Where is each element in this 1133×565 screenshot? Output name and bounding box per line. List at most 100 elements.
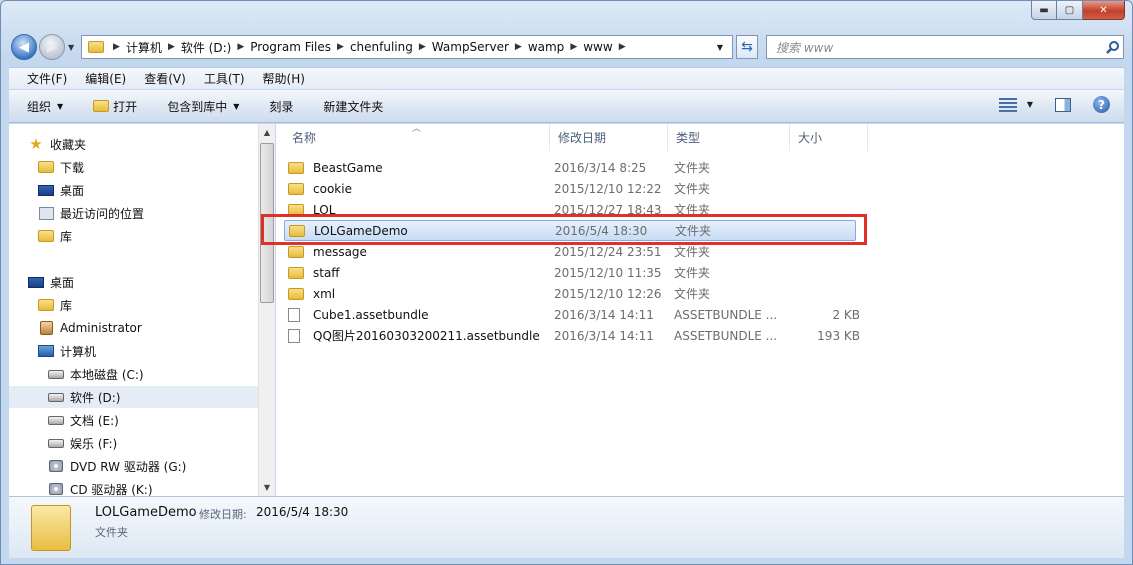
file-row[interactable]: BeastGame 2016/3/14 8:25 文件夹: [284, 157, 856, 178]
file-row-selected[interactable]: LOLGameDemo 2016/5/4 18:30 文件夹: [284, 220, 856, 241]
chevron-down-icon[interactable]: ▼: [1027, 100, 1033, 109]
breadcrumb-separator-icon[interactable]: ▶: [619, 42, 626, 52]
drive-icon: [48, 413, 64, 427]
close-button[interactable]: ✕: [1083, 1, 1125, 20]
breadcrumb-computer[interactable]: 计算机: [126, 39, 162, 56]
sidebar-item-drive-k[interactable]: CD 驱动器 (K:): [9, 478, 258, 496]
view-details-icon[interactable]: [998, 97, 1017, 112]
sidebar-item-label: 计算机: [60, 344, 97, 359]
sidebar-item-label: 软件 (D:): [70, 390, 121, 405]
breadcrumb-program-files[interactable]: Program Files: [250, 40, 331, 54]
file-type: 文件夹: [674, 245, 711, 259]
breadcrumb-wampserver[interactable]: WampServer: [432, 40, 509, 54]
sidebar-item-libraries-fav[interactable]: 库: [9, 225, 258, 247]
file-date: 2016/3/14 14:11: [554, 328, 654, 343]
file-row[interactable]: Cube1.assetbundle 2016/3/14 14:11 ASSETB…: [284, 304, 860, 325]
navigation-scrollbar[interactable]: ▲ ▼: [258, 124, 275, 496]
sidebar-item-desktop[interactable]: 桌面: [9, 271, 258, 293]
new-folder-button[interactable]: 新建文件夹: [323, 98, 383, 115]
organize-button[interactable]: 组织 ▼: [27, 98, 63, 115]
file-icon: [288, 307, 304, 322]
sidebar-item-desktop-fav[interactable]: 桌面: [9, 179, 258, 201]
sidebar-item-drive-d[interactable]: 软件 (D:): [9, 386, 258, 408]
search-input[interactable]: 搜索 www: [767, 39, 1103, 56]
column-header-date[interactable]: 修改日期: [550, 124, 668, 151]
address-bar[interactable]: ▶ 计算机 ▶ 软件 (D:) ▶ Program Files ▶ chenfu…: [81, 35, 733, 59]
file-name: message: [313, 244, 367, 259]
sidebar-item-administrator[interactable]: Administrator: [9, 317, 258, 339]
scroll-down-icon[interactable]: ▼: [259, 479, 275, 496]
menu-file[interactable]: 文件(F): [27, 70, 67, 87]
file-row[interactable]: cookie 2015/12/10 12:22 文件夹: [284, 178, 856, 199]
folder-icon: [288, 203, 304, 217]
file-icon: [288, 328, 304, 343]
library-icon: [38, 298, 54, 312]
breadcrumb-separator-icon[interactable]: ▶: [113, 42, 120, 52]
file-name: LOL: [313, 202, 336, 217]
file-row[interactable]: xml 2015/12/10 12:26 文件夹: [284, 283, 856, 304]
drive-icon: [48, 436, 64, 450]
include-in-library-label: 包含到库中: [167, 99, 228, 114]
sidebar-item-libraries[interactable]: 库: [9, 294, 258, 316]
search-box[interactable]: 搜索 www: [766, 35, 1124, 59]
sidebar-item-recent-places[interactable]: 最近访问的位置: [9, 202, 258, 224]
cd-drive-icon: [48, 482, 64, 496]
maximize-button[interactable]: ▢: [1057, 1, 1083, 20]
breadcrumb-separator-icon[interactable]: ▶: [337, 42, 344, 52]
breadcrumb-chenfuling[interactable]: chenfuling: [350, 40, 413, 54]
breadcrumb-separator-icon[interactable]: ▶: [570, 42, 577, 52]
preview-pane-icon[interactable]: [1055, 97, 1071, 112]
breadcrumb-separator-icon[interactable]: ▶: [237, 42, 244, 52]
breadcrumb-separator-icon[interactable]: ▶: [419, 42, 426, 52]
file-name: Cube1.assetbundle: [313, 307, 429, 322]
details-pane: LOLGameDemo 修改日期: 2016/5/4 18:30 文件夹: [9, 496, 1124, 558]
column-header-type[interactable]: 类型: [668, 124, 790, 151]
burn-label: 刻录: [269, 99, 294, 114]
sidebar-item-drive-c[interactable]: 本地磁盘 (C:): [9, 363, 258, 385]
help-icon[interactable]: ?: [1093, 96, 1110, 113]
file-row[interactable]: staff 2015/12/10 11:35 文件夹: [284, 262, 856, 283]
sidebar-item-favorites[interactable]: ★ 收藏夹: [9, 133, 258, 155]
address-dropdown-button[interactable]: ▼: [711, 36, 729, 58]
forward-button[interactable]: ▶: [39, 34, 65, 60]
breadcrumb-www[interactable]: www: [583, 40, 612, 54]
sidebar-item-label: 最近访问的位置: [60, 206, 145, 221]
breadcrumb-separator-icon[interactable]: ▶: [515, 42, 522, 52]
column-label: 类型: [676, 131, 701, 145]
search-icon[interactable]: [1103, 37, 1123, 57]
breadcrumb-separator-icon[interactable]: ▶: [168, 42, 175, 52]
file-row[interactable]: LOL 2015/12/27 18:43 文件夹: [284, 199, 856, 220]
sidebar-item-downloads[interactable]: 下载: [9, 156, 258, 178]
sidebar-item-label: 本地磁盘 (C:): [70, 367, 144, 382]
recent-pages-dropdown[interactable]: ▼: [68, 43, 74, 52]
file-name: staff: [313, 265, 340, 280]
menu-view[interactable]: 查看(V): [144, 70, 186, 87]
burn-button[interactable]: 刻录: [269, 98, 293, 115]
file-date: 2016/3/14 14:11: [554, 307, 654, 322]
details-date-label: 修改日期:: [199, 508, 247, 521]
include-in-library-button[interactable]: 包含到库中 ▼: [167, 98, 239, 115]
breadcrumb-wamp[interactable]: wamp: [528, 40, 564, 54]
scroll-up-icon[interactable]: ▲: [259, 124, 275, 141]
sidebar-item-drive-g[interactable]: DVD RW 驱动器 (G:): [9, 455, 258, 477]
open-button[interactable]: 打开: [93, 98, 137, 115]
sidebar-item-drive-e[interactable]: 文档 (E:): [9, 409, 258, 431]
refresh-button[interactable]: ⇆: [736, 35, 758, 59]
menu-tools[interactable]: 工具(T): [204, 70, 245, 87]
menu-help[interactable]: 帮助(H): [263, 70, 305, 87]
sidebar-item-computer[interactable]: 计算机: [9, 340, 258, 362]
file-size: 193 KB: [817, 328, 860, 343]
file-row[interactable]: QQ图片20160303200211.assetbundle 2016/3/14…: [284, 325, 860, 346]
scrollbar-thumb[interactable]: [260, 143, 274, 303]
breadcrumb-drive-d[interactable]: 软件 (D:): [181, 39, 231, 56]
menu-edit[interactable]: 编辑(E): [85, 70, 126, 87]
file-type: ASSETBUNDLE ...: [674, 328, 778, 343]
sidebar-item-drive-f[interactable]: 娱乐 (F:): [9, 432, 258, 454]
file-row[interactable]: message 2015/12/24 23:51 文件夹: [284, 241, 856, 262]
file-date: 2015/12/27 18:43: [554, 202, 662, 217]
back-button[interactable]: ◀: [11, 34, 37, 60]
column-header-size[interactable]: 大小: [790, 124, 868, 151]
minimize-button[interactable]: ▬: [1031, 1, 1057, 20]
column-label: 大小: [798, 131, 823, 145]
file-name: BeastGame: [313, 160, 383, 175]
